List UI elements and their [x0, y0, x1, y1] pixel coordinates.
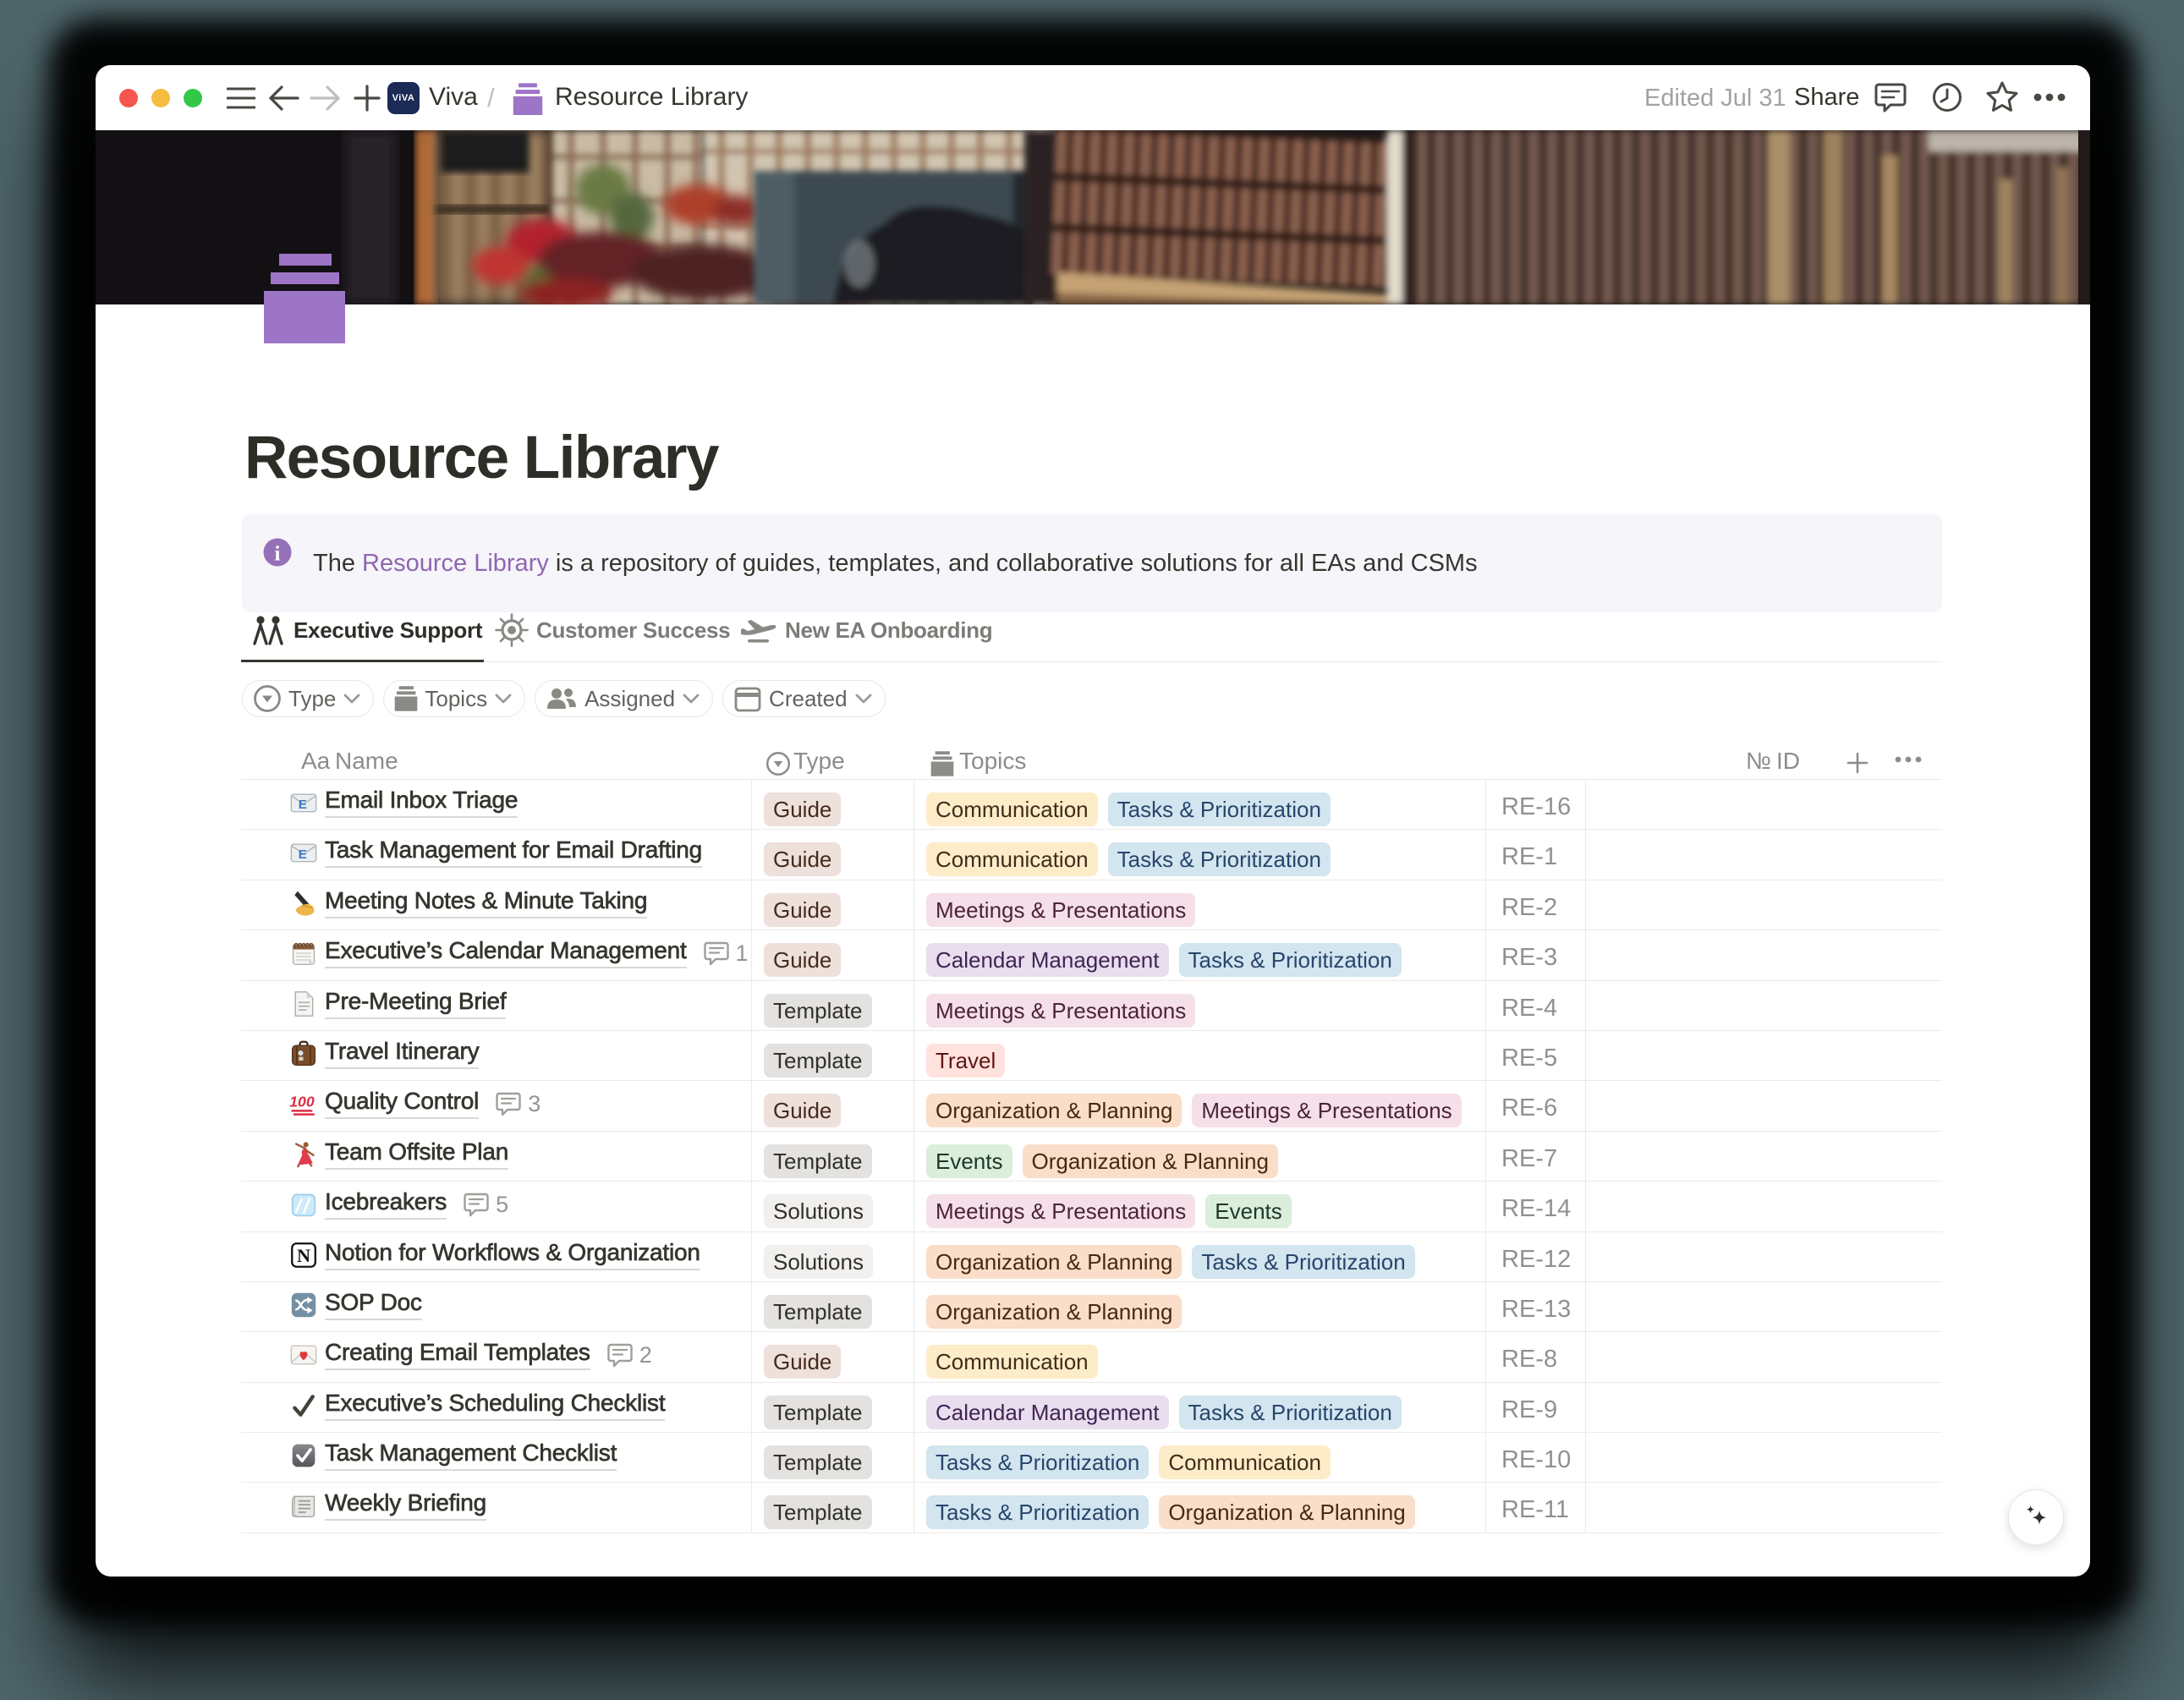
svg-text:100: 100: [290, 1094, 315, 1110]
svg-text:E: E: [299, 848, 307, 863]
svg-text:E: E: [299, 798, 307, 812]
svg-text:N: N: [297, 1245, 310, 1266]
svg-text:i: i: [275, 543, 281, 566]
